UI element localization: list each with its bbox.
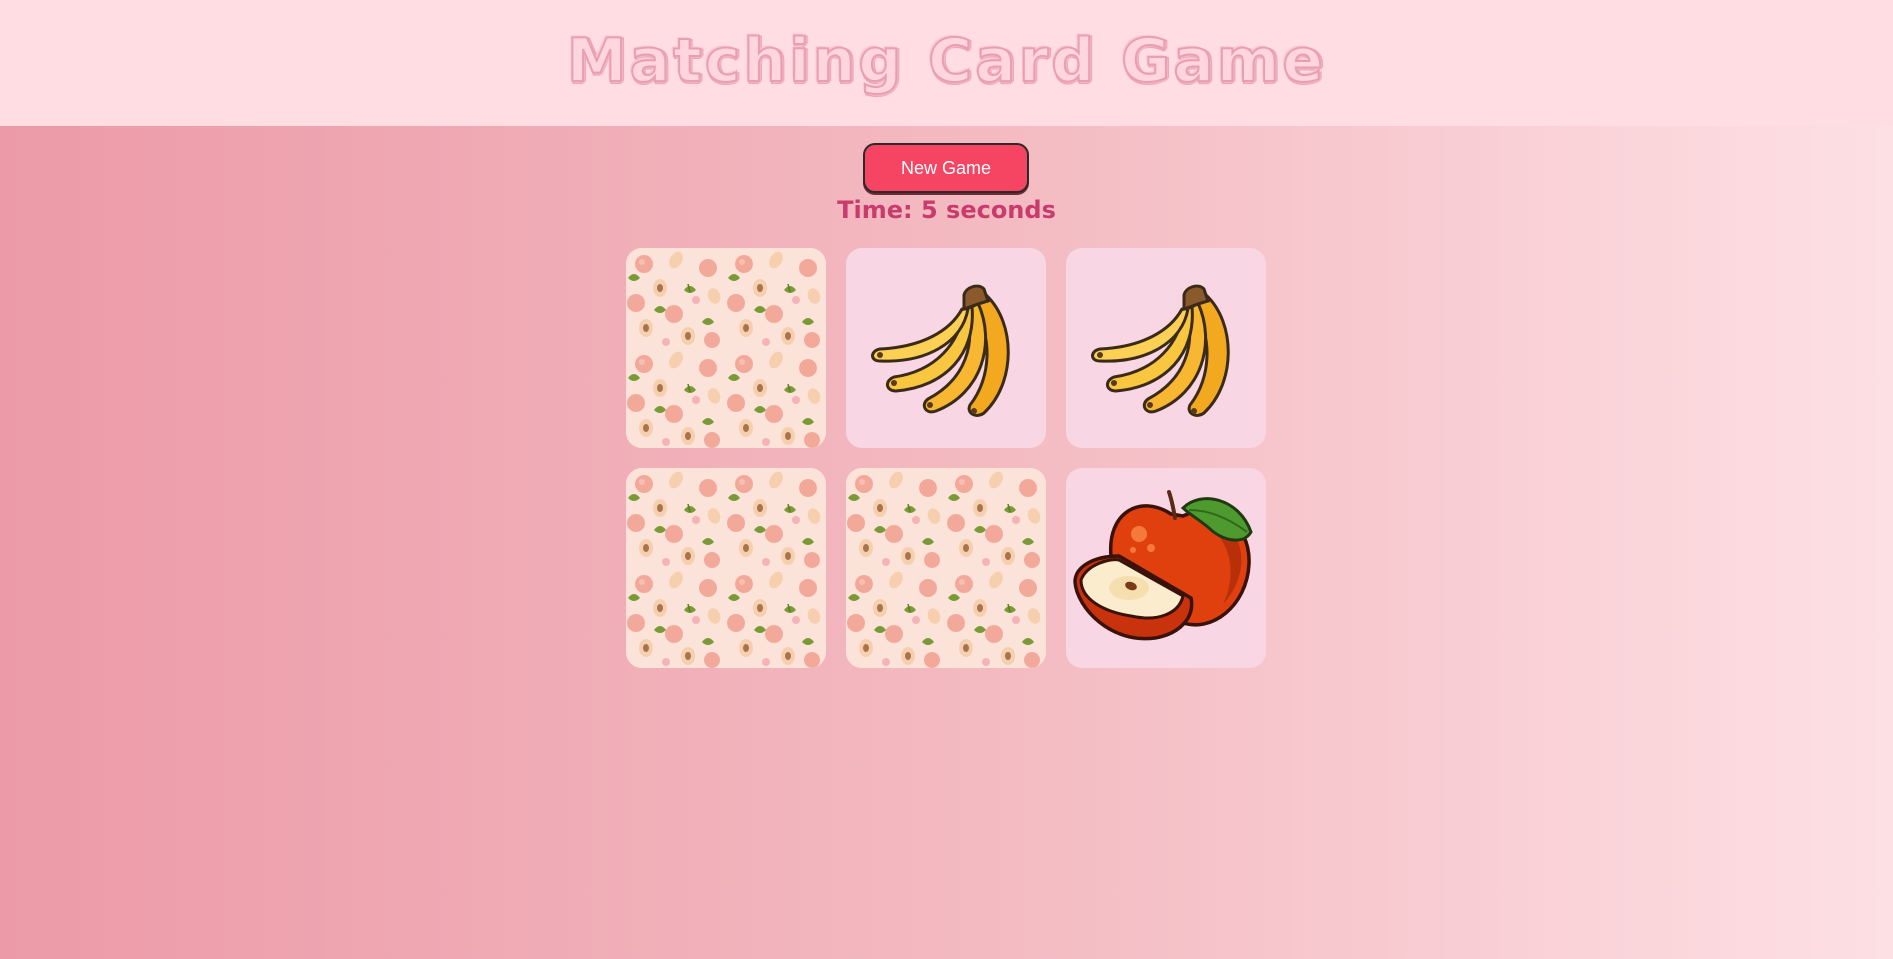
banana-icon [1091,284,1230,417]
card-face-up[interactable] [846,248,1046,448]
apple-icon [1073,490,1253,641]
card-face-down[interactable] [626,248,826,448]
header-bar: Matching Card Game [0,0,1893,126]
peach-pattern-icon [626,248,826,448]
page-title: Matching Card Game [566,25,1327,97]
peach-pattern-icon [626,468,826,668]
new-game-button[interactable]: New Game [863,143,1029,193]
card-face-down[interactable] [626,468,826,668]
card-face-up[interactable] [1066,248,1266,448]
card-face-down[interactable] [846,468,1046,668]
timer-display: Time: 5 seconds [837,196,1056,224]
card-grid [626,248,1266,668]
peach-pattern-icon [846,468,1046,668]
card-face-up[interactable] [1066,468,1266,668]
banana-icon [871,284,1010,417]
